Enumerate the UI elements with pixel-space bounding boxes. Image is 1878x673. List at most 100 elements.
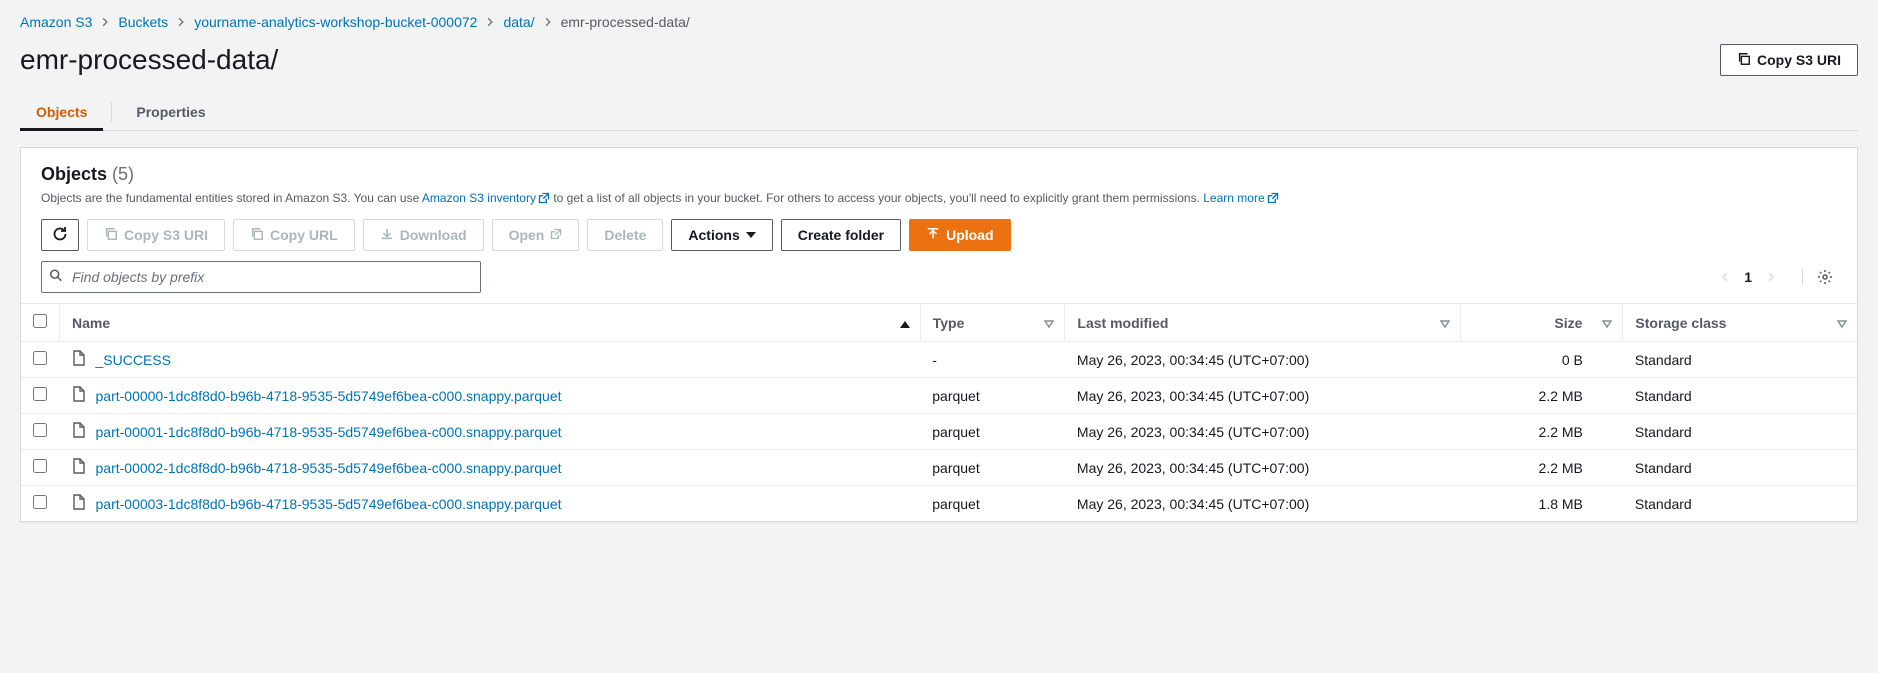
chevron-right-icon	[485, 17, 495, 27]
delete-label: Delete	[604, 228, 646, 242]
object-link[interactable]: part-00003-1dc8f8d0-b96b-4718-9535-5d574…	[96, 496, 562, 512]
row-checkbox[interactable]	[33, 423, 47, 437]
cell-size: 0 B	[1460, 342, 1623, 378]
download-button[interactable]: Download	[363, 219, 484, 251]
breadcrumb-link[interactable]: yourname-analytics-workshop-bucket-00007…	[194, 14, 477, 30]
object-link[interactable]: part-00001-1dc8f8d0-b96b-4718-9535-5d574…	[96, 424, 562, 440]
column-storage-class[interactable]: Storage class	[1635, 315, 1726, 331]
panel-title-text: Objects	[41, 164, 107, 184]
row-checkbox[interactable]	[33, 387, 47, 401]
file-icon	[72, 422, 86, 441]
sort-icon	[1440, 315, 1450, 331]
upload-icon	[926, 227, 940, 243]
delete-button[interactable]: Delete	[587, 219, 663, 251]
actions-dropdown[interactable]: Actions	[671, 219, 772, 251]
file-icon	[72, 386, 86, 405]
copy-url-label: Copy URL	[270, 228, 338, 242]
cell-modified: May 26, 2023, 00:34:45 (UTC+07:00)	[1065, 486, 1460, 522]
learn-more-link[interactable]: Learn more	[1203, 191, 1278, 205]
panel-title: Objects (5)	[41, 164, 1837, 185]
download-label: Download	[400, 228, 467, 242]
copy-icon	[250, 227, 264, 243]
cell-storage: Standard	[1623, 342, 1857, 378]
file-icon	[72, 350, 86, 369]
external-link-icon	[538, 192, 550, 204]
create-folder-label: Create folder	[798, 228, 884, 242]
cell-size: 2.2 MB	[1460, 414, 1623, 450]
toolbar: Copy S3 URI Copy URL Download Open Delet…	[41, 219, 1837, 251]
upload-button[interactable]: Upload	[909, 219, 1010, 251]
create-folder-button[interactable]: Create folder	[781, 219, 901, 251]
panel-description: Objects are the fundamental entities sto…	[41, 189, 1837, 207]
breadcrumb-link[interactable]: Buckets	[118, 14, 168, 30]
page-prev-button[interactable]	[1720, 270, 1730, 284]
page-number: 1	[1744, 269, 1752, 285]
caret-down-icon	[746, 228, 756, 242]
row-checkbox[interactable]	[33, 459, 47, 473]
copy-s3-uri-button[interactable]: Copy S3 URI	[87, 219, 225, 251]
pagination: 1	[1720, 269, 1833, 285]
external-link-icon	[1267, 192, 1279, 204]
file-icon	[72, 494, 86, 513]
upload-label: Upload	[946, 228, 993, 242]
inventory-link[interactable]: Amazon S3 inventory	[422, 191, 550, 205]
table-row: part-00001-1dc8f8d0-b96b-4718-9535-5d574…	[21, 414, 1857, 450]
column-last-modified[interactable]: Last modified	[1077, 315, 1168, 331]
copy-s3-uri-button[interactable]: Copy S3 URI	[1720, 44, 1858, 76]
page-title: emr-processed-data/	[20, 44, 278, 76]
table-row: _SUCCESS -May 26, 2023, 00:34:45 (UTC+07:…	[21, 342, 1857, 378]
row-checkbox[interactable]	[33, 495, 47, 509]
object-link[interactable]: part-00000-1dc8f8d0-b96b-4718-9535-5d574…	[96, 388, 562, 404]
search-input[interactable]	[41, 261, 481, 293]
cell-storage: Standard	[1623, 486, 1857, 522]
column-type[interactable]: Type	[933, 315, 965, 331]
sort-asc-icon	[900, 315, 910, 331]
settings-button[interactable]	[1802, 269, 1833, 285]
copy-s3-uri-label: Copy S3 URI	[124, 228, 208, 242]
select-all-checkbox[interactable]	[33, 314, 47, 328]
sort-icon	[1044, 315, 1054, 331]
breadcrumb-link[interactable]: Amazon S3	[20, 14, 92, 30]
table-row: part-00003-1dc8f8d0-b96b-4718-9535-5d574…	[21, 486, 1857, 522]
chevron-right-icon	[543, 17, 553, 27]
cell-storage: Standard	[1623, 378, 1857, 414]
table-row: part-00002-1dc8f8d0-b96b-4718-9535-5d574…	[21, 450, 1857, 486]
copy-url-button[interactable]: Copy URL	[233, 219, 355, 251]
copy-icon	[1737, 52, 1751, 68]
tab-objects[interactable]: Objects	[36, 94, 87, 130]
external-link-icon	[550, 228, 562, 242]
cell-type: -	[920, 342, 1065, 378]
object-link[interactable]: part-00002-1dc8f8d0-b96b-4718-9535-5d574…	[96, 460, 562, 476]
cell-type: parquet	[920, 378, 1065, 414]
cell-type: parquet	[920, 486, 1065, 522]
row-checkbox[interactable]	[33, 351, 47, 365]
learn-more-label: Learn more	[1203, 191, 1264, 205]
cell-modified: May 26, 2023, 00:34:45 (UTC+07:00)	[1065, 342, 1460, 378]
page-next-button[interactable]	[1766, 270, 1776, 284]
column-name[interactable]: Name	[72, 315, 110, 331]
search-icon	[49, 269, 63, 286]
refresh-button[interactable]	[41, 219, 79, 251]
download-icon	[380, 227, 394, 243]
cell-type: parquet	[920, 450, 1065, 486]
chevron-right-icon	[176, 17, 186, 27]
sort-icon	[1602, 315, 1612, 331]
open-button[interactable]: Open	[492, 219, 580, 251]
column-size[interactable]: Size	[1554, 315, 1582, 331]
panel-desc-text: Objects are the fundamental entities sto…	[41, 191, 422, 205]
breadcrumb-link[interactable]: data/	[503, 14, 534, 30]
object-link[interactable]: _SUCCESS	[96, 352, 171, 368]
search-box	[41, 261, 481, 293]
file-icon	[72, 458, 86, 477]
tabs: Objects Properties	[20, 94, 1858, 131]
cell-storage: Standard	[1623, 414, 1857, 450]
tab-properties[interactable]: Properties	[136, 94, 205, 130]
breadcrumb-current: emr-processed-data/	[561, 14, 690, 30]
cell-modified: May 26, 2023, 00:34:45 (UTC+07:00)	[1065, 414, 1460, 450]
open-label: Open	[509, 228, 545, 242]
sort-icon	[1837, 315, 1847, 331]
cell-modified: May 26, 2023, 00:34:45 (UTC+07:00)	[1065, 450, 1460, 486]
chevron-right-icon	[100, 17, 110, 27]
cell-size: 1.8 MB	[1460, 486, 1623, 522]
tab-separator	[111, 102, 112, 122]
